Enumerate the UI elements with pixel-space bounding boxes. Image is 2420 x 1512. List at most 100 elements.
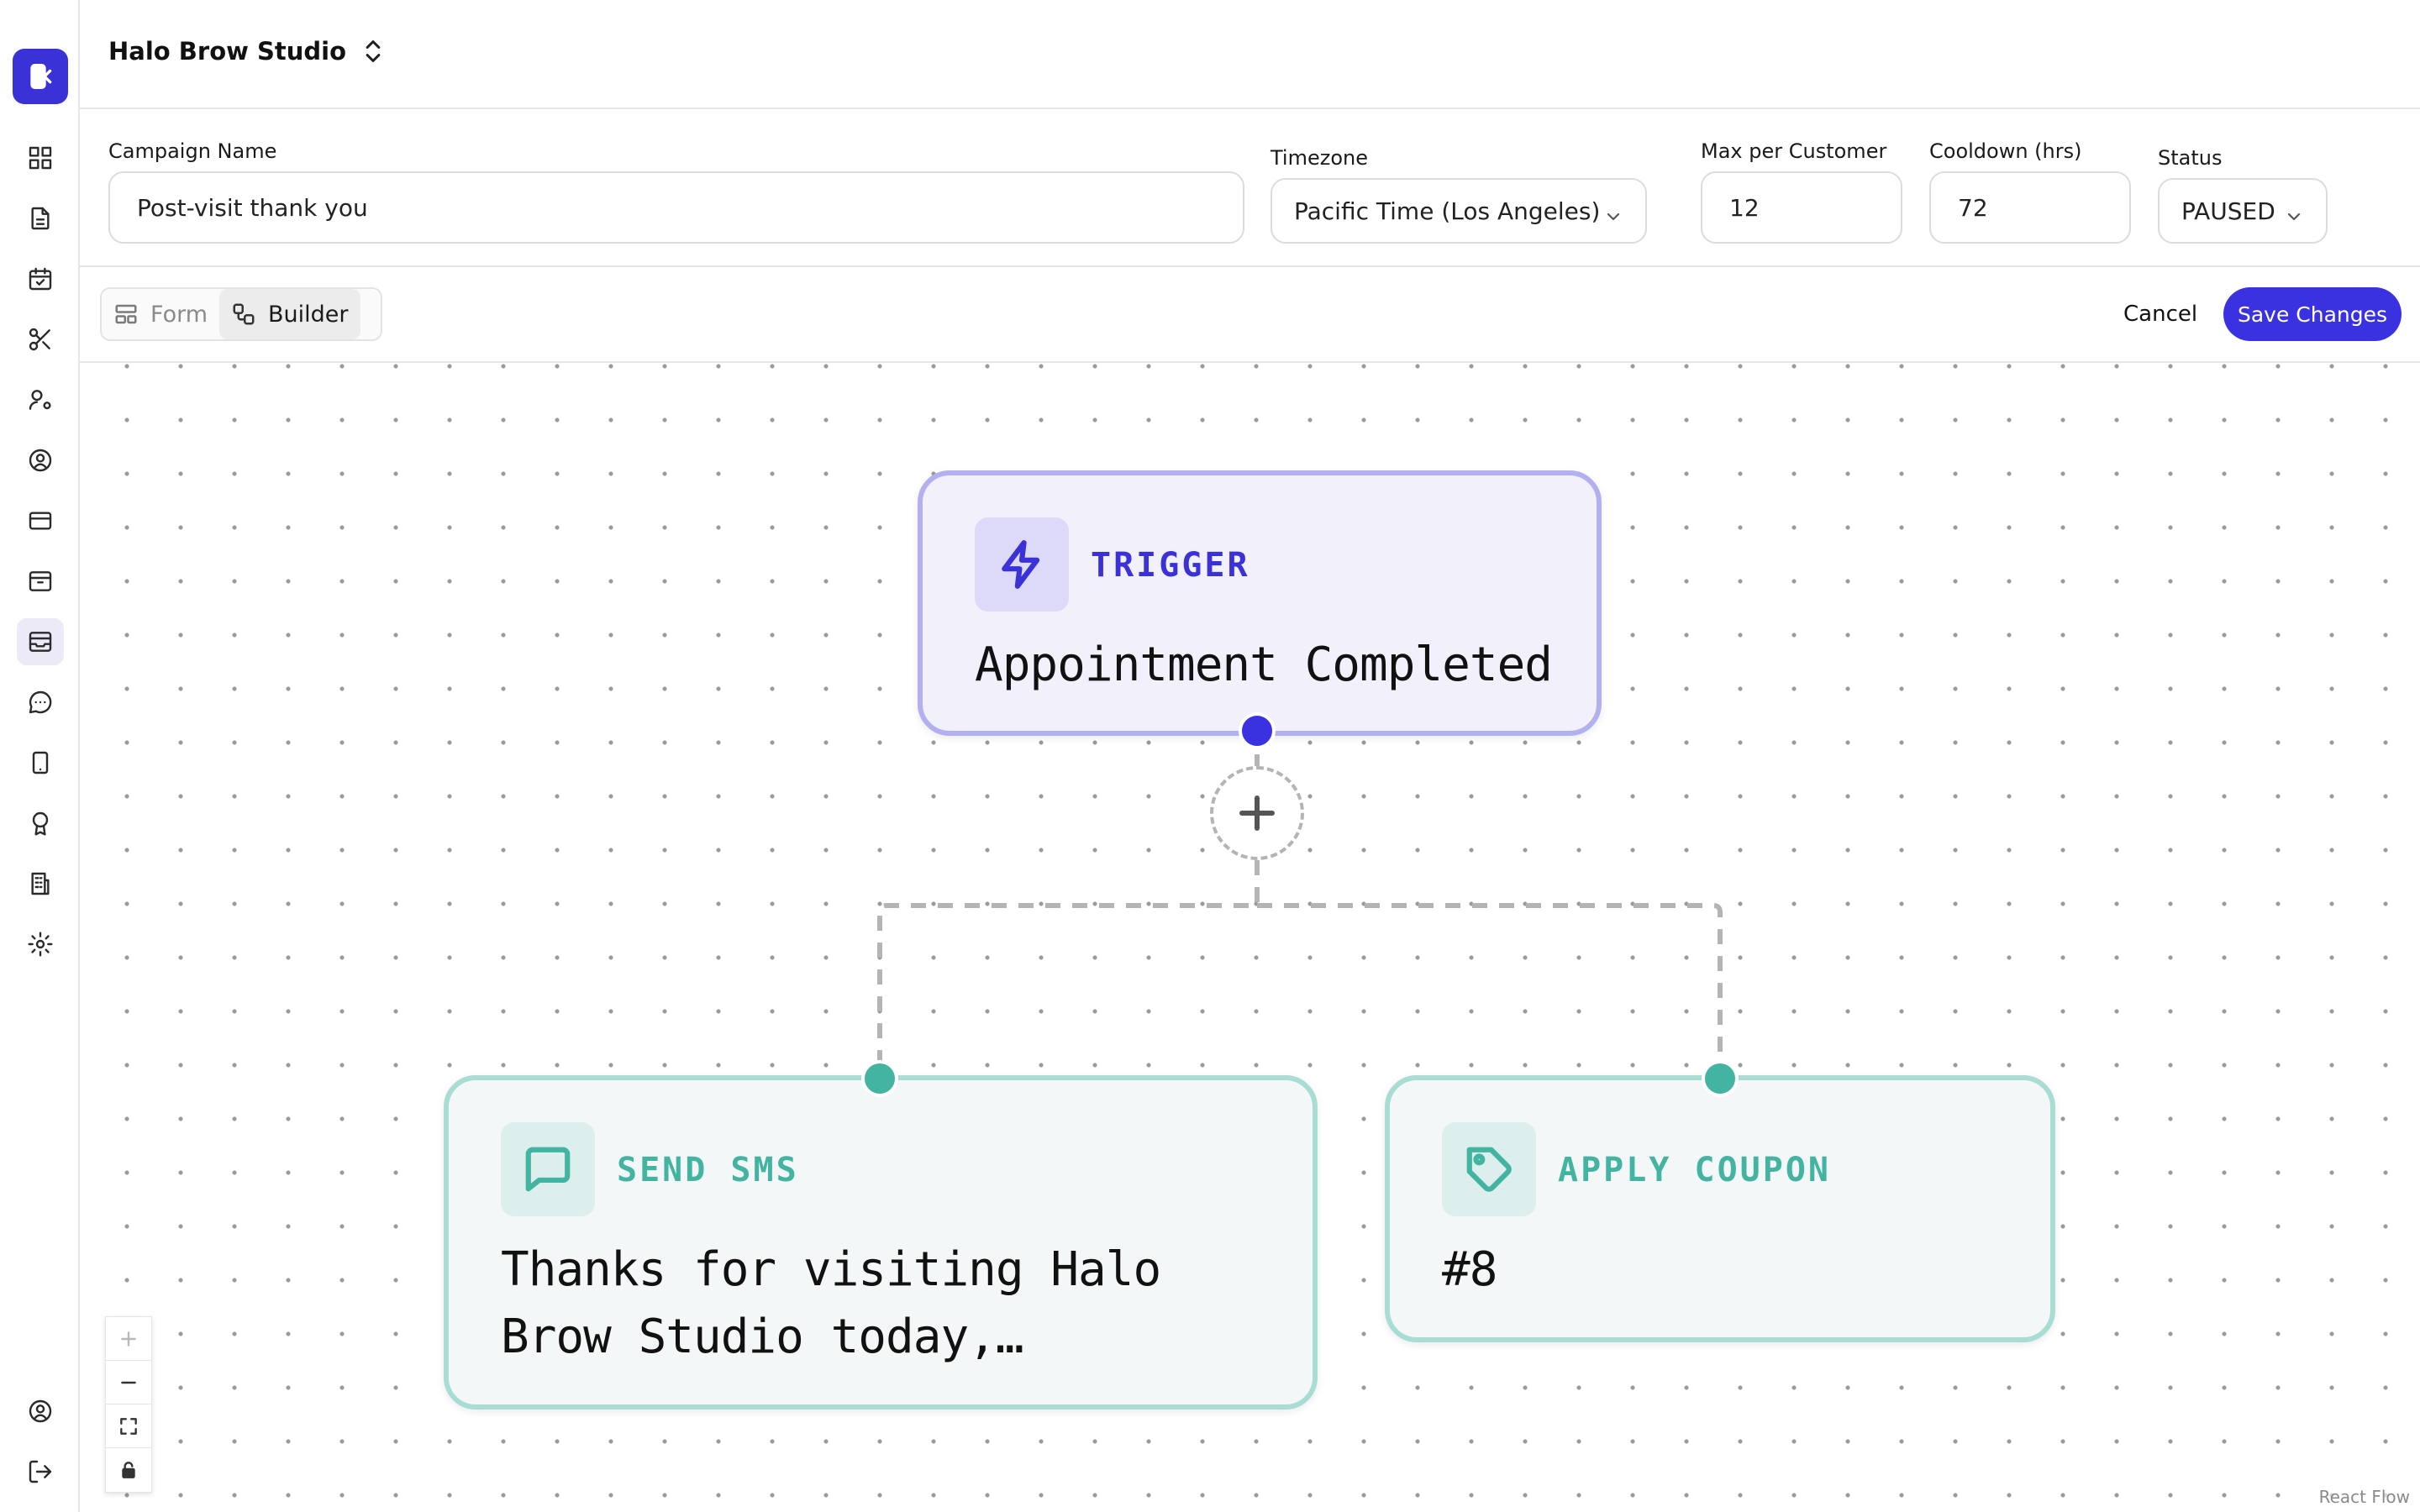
form-view-label: Form	[150, 301, 208, 328]
campaign-settings: Campaign Name Post-visit thank you Timez…	[80, 109, 2420, 267]
builder-view-label: Builder	[268, 301, 349, 328]
account-icon	[29, 1399, 52, 1423]
sidebar-item-logout[interactable]	[17, 1448, 64, 1495]
lightning-icon	[1002, 540, 1040, 589]
status-value: PAUSED	[2181, 197, 2275, 225]
document-icon	[31, 207, 50, 230]
timezone-select[interactable]: Pacific Time (Los Angeles)	[1270, 178, 1647, 244]
chevron-up-down-icon	[366, 40, 381, 62]
archive-icon	[29, 571, 52, 591]
zoom-in-button[interactable]	[106, 1317, 151, 1361]
campaign-name-value: Post-visit thank you	[137, 193, 368, 222]
campaigns-icon	[29, 632, 52, 652]
chat-icon	[29, 690, 52, 714]
cooldown-value: 72	[1958, 193, 1988, 222]
trigger-output-handle[interactable]	[1239, 712, 1276, 749]
campaign-name-label: Campaign Name	[108, 139, 277, 163]
edge-add-to-coupon	[1257, 903, 1723, 1075]
trigger-kind: TRIGGER	[1091, 546, 1250, 585]
sidebar	[0, 0, 80, 1512]
coupon-text: #8	[1442, 1242, 1497, 1297]
campaign-name-input[interactable]: Post-visit thank you	[108, 171, 1244, 244]
sms-text: Thanks for visiting Halo Brow Studio tod…	[501, 1242, 1161, 1364]
sms-kind: SEND SMS	[617, 1151, 799, 1189]
zoom-out-button[interactable]	[106, 1361, 151, 1404]
sidebar-item-clients[interactable]	[17, 437, 64, 484]
edge-add-to-sms	[877, 860, 1260, 1075]
sidebar-item-messages[interactable]	[17, 679, 64, 726]
award-icon	[32, 811, 49, 836]
sidebar-item-inventory[interactable]	[17, 558, 64, 605]
react-flow-attribution[interactable]: React Flow	[2315, 1485, 2413, 1509]
view-toggle: Form Builder	[100, 287, 382, 341]
plus-icon	[121, 1331, 136, 1347]
sidebar-item-payments[interactable]	[17, 497, 64, 544]
settings-icon	[28, 932, 53, 957]
sidebar-item-settings[interactable]	[17, 921, 64, 968]
flow-canvas[interactable]: TRIGGER Appointment Completed SEND SMS T…	[80, 363, 2420, 1512]
top-bar: Halo Brow Studio	[80, 0, 2420, 109]
sidebar-item-campaigns[interactable]	[17, 618, 64, 665]
minus-icon	[121, 1381, 136, 1383]
builder-view-tab[interactable]: Builder	[219, 289, 360, 339]
scissors-icon	[29, 328, 50, 351]
chevron-down-icon	[1603, 205, 1623, 225]
studio-switcher[interactable]: Halo Brow Studio	[108, 37, 385, 66]
calendar-icon	[29, 267, 52, 291]
cooldown-label: Cooldown (hrs)	[1929, 139, 2082, 163]
sidebar-item-loyalty[interactable]	[17, 800, 64, 847]
coupon-input-handle[interactable]	[1702, 1060, 1739, 1097]
credit-card-icon	[29, 512, 52, 530]
trigger-text: Appointment Completed	[975, 638, 1553, 692]
max-per-customer-input[interactable]: 12	[1701, 171, 1902, 244]
timezone-label: Timezone	[1270, 146, 1368, 170]
lock-icon	[122, 1462, 135, 1478]
builder-toolbar: Form Builder Cancel Save Changes	[80, 267, 2420, 363]
sms-icon-tile	[501, 1122, 595, 1216]
sidebar-item-documents[interactable]	[17, 195, 64, 242]
max-per-customer-label: Max per Customer	[1701, 139, 1887, 163]
app-logo[interactable]	[13, 49, 68, 104]
save-changes-button[interactable]: Save Changes	[2223, 287, 2402, 341]
coupon-icon-tile	[1442, 1122, 1536, 1216]
sidebar-item-dashboard[interactable]	[17, 134, 64, 181]
logo-icon	[30, 64, 52, 89]
layout-icon	[115, 304, 137, 324]
zoom-controls	[105, 1316, 152, 1493]
logout-icon	[29, 1460, 52, 1483]
add-step-button[interactable]	[1210, 766, 1304, 860]
sidebar-item-locations[interactable]	[17, 860, 64, 907]
plus-icon	[1239, 795, 1275, 831]
apply-coupon-node[interactable]: APPLY COUPON #8	[1385, 1075, 2055, 1342]
cancel-button[interactable]: Cancel	[2113, 287, 2207, 341]
trigger-node[interactable]: TRIGGER Appointment Completed	[918, 470, 1602, 736]
cooldown-input[interactable]: 72	[1929, 171, 2131, 244]
user-settings-icon	[29, 390, 51, 410]
status-label: Status	[2158, 146, 2223, 170]
sidebar-item-kiosk[interactable]	[17, 739, 64, 786]
form-view-tab[interactable]: Form	[102, 289, 219, 339]
fullscreen-icon	[120, 1417, 137, 1435]
lock-button[interactable]	[106, 1448, 151, 1492]
chevron-down-icon	[2284, 205, 2304, 225]
max-per-customer-value: 12	[1729, 193, 1760, 222]
sidebar-item-account[interactable]	[17, 1388, 64, 1435]
tag-icon	[1466, 1147, 1512, 1192]
status-select[interactable]: PAUSED	[2158, 178, 2328, 244]
building-icon	[31, 872, 50, 895]
sidebar-item-calendar[interactable]	[17, 255, 64, 302]
studio-name: Halo Brow Studio	[108, 37, 347, 66]
sidebar-item-services[interactable]	[17, 316, 64, 363]
fit-view-button[interactable]	[106, 1404, 151, 1448]
coupon-kind: APPLY COUPON	[1558, 1151, 1831, 1189]
send-sms-node[interactable]: SEND SMS Thanks for visiting Halo Brow S…	[444, 1075, 1318, 1410]
tablet-icon	[32, 751, 49, 774]
workflow-icon	[233, 303, 255, 325]
message-icon	[525, 1147, 571, 1192]
sms-input-handle[interactable]	[861, 1060, 898, 1097]
trigger-icon-tile	[975, 517, 1069, 612]
user-circle-icon	[29, 449, 52, 472]
timezone-value: Pacific Time (Los Angeles)	[1294, 197, 1601, 225]
app-root: Halo Brow Studio Campaign Name Post-visi…	[0, 0, 2420, 1512]
sidebar-item-staff[interactable]	[17, 376, 64, 423]
